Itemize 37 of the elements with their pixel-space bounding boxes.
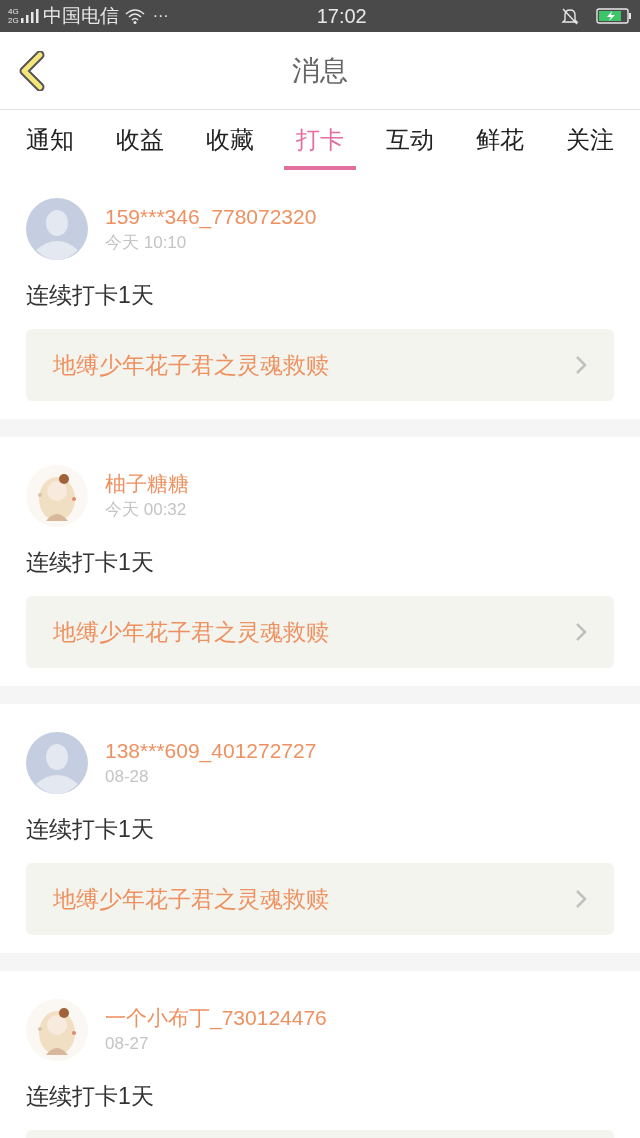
more-indicator: ··· xyxy=(152,6,169,26)
chevron-right-icon xyxy=(575,622,587,642)
back-icon xyxy=(18,50,46,91)
wifi-icon xyxy=(124,8,145,24)
tab[interactable]: 通知 xyxy=(14,110,86,170)
user-name[interactable]: 159***346_778072320 xyxy=(105,203,317,231)
tab[interactable]: 收益 xyxy=(104,110,176,170)
book-link[interactable]: 地缚少年花子君之灵魂救赎 xyxy=(26,596,614,668)
message-time: 今天 10:10 xyxy=(105,232,188,254)
message-text: 连续打卡1天 xyxy=(26,1082,155,1111)
carrier-name: 中国电信 xyxy=(42,3,119,28)
avatar-icon xyxy=(26,732,88,794)
tab[interactable]: 鲜花 xyxy=(464,110,536,170)
book-link[interactable]: 地缚少年花子君之灵魂救赎 xyxy=(26,329,614,401)
user-name[interactable]: 138***609_401272727 xyxy=(105,737,317,765)
user-name[interactable]: 柚子糖糖 xyxy=(105,470,189,498)
tab[interactable]: 关注 xyxy=(554,110,626,170)
bell-muted-icon xyxy=(560,6,580,26)
clock: 17:02 xyxy=(316,4,367,29)
page-title: 消息 xyxy=(292,53,348,88)
tab[interactable]: 收藏 xyxy=(194,110,266,170)
chevron-right-icon xyxy=(575,355,587,375)
network-label: 4G xyxy=(8,7,19,16)
chevron-right-icon xyxy=(575,889,587,909)
message-text: 连续打卡1天 xyxy=(26,548,155,577)
battery-icon xyxy=(596,7,632,25)
message-text: 连续打卡1天 xyxy=(26,815,155,844)
user-name[interactable]: 一个小布丁_730124476 xyxy=(105,1004,327,1032)
message-text: 连续打卡1天 xyxy=(26,281,155,310)
book-link[interactable]: 地缚少年花子君之灵魂救赎 xyxy=(26,863,614,935)
network-label: 2G xyxy=(8,16,19,25)
signal-icon xyxy=(20,9,39,23)
message-time: 08-28 xyxy=(105,766,150,788)
message-time: 今天 00:32 xyxy=(105,499,188,521)
tab[interactable]: 互动 xyxy=(374,110,446,170)
avatar-icon xyxy=(26,198,88,260)
message-time: 08-27 xyxy=(105,1033,150,1055)
